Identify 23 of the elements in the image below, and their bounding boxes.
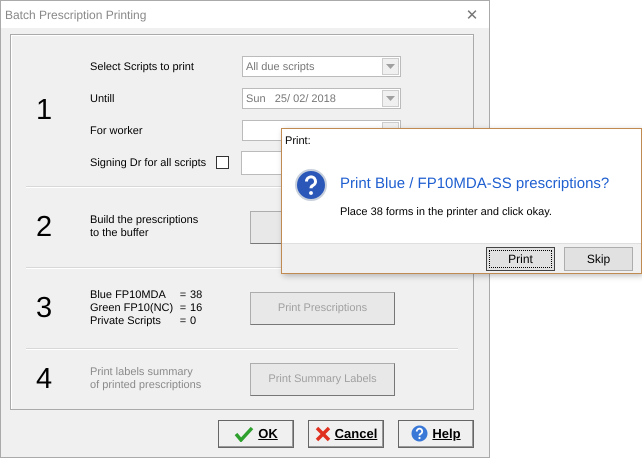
equals-sign: = — [178, 302, 188, 314]
count-value: 16 — [190, 302, 204, 314]
dialog-message: Place 38 forms in the printer and click okay. — [340, 206, 553, 218]
equals-sign: = — [178, 288, 188, 302]
dialog-title: Print: — [284, 134, 312, 149]
equals-sign: = — [178, 314, 188, 328]
dialog-heading: Print Blue / FP10MDA-SS prescriptions? — [340, 175, 610, 192]
count-label: Blue FP10MDA — [90, 288, 167, 302]
step-number: 3 — [35, 292, 54, 324]
count-label: Green FP10(NC) — [90, 302, 174, 314]
count-label: Private Scripts — [90, 314, 162, 328]
step-description: Build the prescriptions to the buffer — [90, 214, 200, 240]
step-description: Print labels summary of printed prescriptions — [90, 366, 202, 392]
field-label: Untill — [90, 92, 116, 104]
field-label: For worker — [90, 124, 144, 136]
field-label: Select Scripts to print — [90, 60, 195, 72]
count-value: 38 — [190, 288, 204, 302]
step-number: 4 — [35, 362, 54, 396]
field-label: Signing Dr for all scripts — [90, 156, 208, 168]
step-number: 1 — [35, 94, 54, 127]
window-title: Batch Prescription Printing — [5, 8, 146, 22]
step-number: 2 — [35, 210, 54, 244]
count-value: 0 — [190, 314, 198, 328]
